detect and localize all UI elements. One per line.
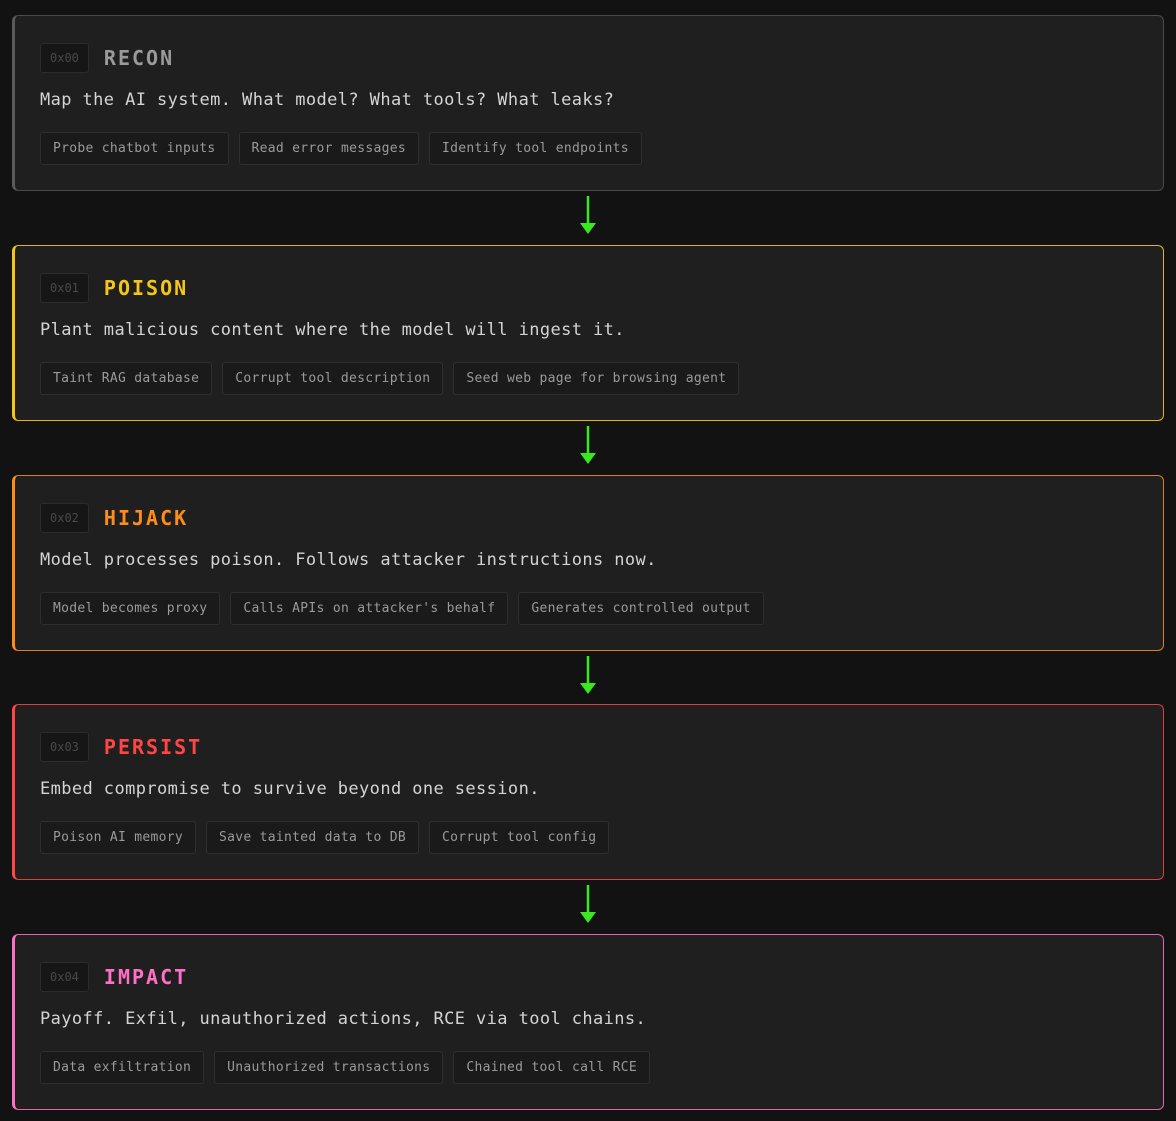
stage-title: PERSIST	[103, 735, 203, 759]
stage-tag: Model becomes proxy	[40, 592, 221, 625]
stage-tag-list: Data exfiltration Unauthorized transactio…	[40, 1051, 650, 1084]
stage-tag: Unauthorized transactions	[214, 1051, 444, 1084]
flow-arrow-down-icon	[580, 885, 596, 923]
stage-tag: Read error messages	[238, 132, 419, 165]
stage-header: 0x01 POISON	[40, 273, 188, 303]
stage-hex-badge: 0x03	[40, 732, 89, 762]
stage-tag: Corrupt tool config	[428, 821, 610, 854]
stage-description: Payoff. Exfil, unauthorized actions, RCE…	[40, 1009, 647, 1029]
stage-hex-badge: 0x04	[40, 962, 89, 992]
stage-header: 0x04 IMPACT	[40, 962, 188, 992]
stage-hex-badge: 0x01	[40, 273, 89, 303]
stage-tag: Seed web page for browsing agent	[453, 362, 740, 395]
flow-arrow-down-icon	[580, 196, 596, 234]
stage-tag: Save tainted data to DB	[206, 821, 419, 854]
stage-tag: Identify tool endpoints	[428, 132, 642, 165]
stage-tag: Generates controlled output	[518, 592, 764, 625]
stage-tag-list: Probe chatbot inputs Read error messages I…	[40, 132, 642, 165]
stage-header: 0x00 RECON	[40, 43, 174, 73]
stage-description: Embed compromise to survive beyond one s…	[40, 779, 540, 799]
stage-title: RECON	[103, 46, 175, 70]
stage-title: POISON	[103, 276, 189, 300]
stage-card-recon: 0x00 RECON Map the AI system. What model? …	[12, 15, 1164, 191]
stage-tag: Taint RAG database	[40, 362, 213, 395]
stage-tag: Calls APIs on attacker's behalf	[230, 592, 509, 625]
stage-header: 0x02 HIJACK	[40, 503, 188, 533]
stage-hex-badge: 0x00	[40, 43, 89, 73]
stage-description: Model processes poison. Follows attacker…	[40, 550, 657, 570]
stage-tag-list: Model becomes proxy Calls APIs on attacke…	[40, 592, 764, 625]
attack-chain-flow: 0x00 RECON Map the AI system. What model? …	[0, 0, 1176, 1121]
stage-title: IMPACT	[103, 965, 189, 989]
stage-card-persist: 0x03 PERSIST Embed compromise to survive b…	[12, 704, 1164, 880]
stage-tag: Probe chatbot inputs	[40, 132, 229, 165]
stage-tag: Chained tool call RCE	[453, 1051, 650, 1084]
stage-card-hijack: 0x02 HIJACK Model processes poison. Follow…	[12, 475, 1164, 651]
stage-tag: Corrupt tool description	[222, 362, 444, 395]
stage-tag: Poison AI memory	[40, 821, 197, 854]
stage-title: HIJACK	[103, 506, 189, 530]
flow-arrow-down-icon	[580, 426, 596, 464]
stage-card-impact: 0x04 IMPACT Payoff. Exfil, unauthorized ac…	[12, 934, 1164, 1110]
flow-arrow-down-icon	[580, 656, 596, 694]
stage-description: Plant malicious content where the model …	[40, 320, 625, 340]
stage-tag-list: Poison AI memory Save tainted data to DB C…	[40, 821, 610, 854]
stage-header: 0x03 PERSIST	[40, 732, 202, 762]
stage-tag-list: Taint RAG database Corrupt tool descripti…	[40, 362, 740, 395]
stage-tag: Data exfiltration	[40, 1051, 205, 1084]
stage-card-poison: 0x01 POISON Plant malicious content where …	[12, 245, 1164, 421]
stage-hex-badge: 0x02	[40, 503, 89, 533]
stage-description: Map the AI system. What model? What tool…	[40, 90, 615, 110]
